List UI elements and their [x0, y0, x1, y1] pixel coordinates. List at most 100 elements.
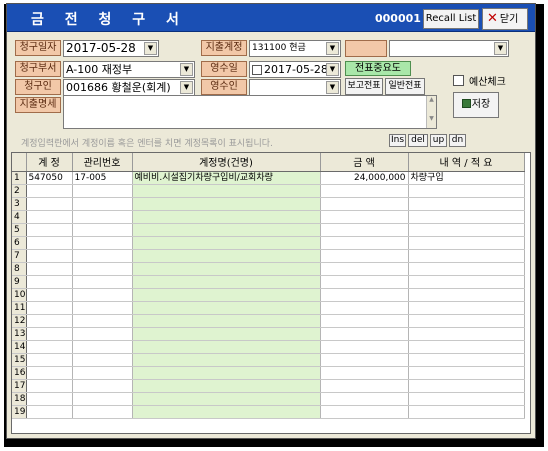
table-row[interactable]: 17	[12, 379, 525, 393]
amount-cell[interactable]	[320, 249, 409, 263]
memo-cell[interactable]: 차량구입	[408, 171, 525, 185]
chevron-down-icon[interactable]: ▼	[180, 63, 193, 76]
amount-cell[interactable]	[320, 236, 409, 250]
account-name-cell[interactable]	[132, 314, 321, 328]
mgmt-no-cell[interactable]	[72, 184, 133, 198]
account-cell[interactable]: 547050	[26, 171, 73, 185]
memo-cell[interactable]	[408, 262, 525, 276]
receiver-field[interactable]: ▼	[249, 79, 341, 96]
dept-field[interactable]: A-100 재정부 ▼	[63, 61, 195, 78]
account-cell[interactable]	[26, 405, 73, 419]
amount-cell[interactable]	[320, 353, 409, 367]
table-row[interactable]: 7	[12, 249, 525, 263]
table-row[interactable]: 5	[12, 223, 525, 237]
account-name-cell[interactable]	[132, 327, 321, 341]
amount-cell[interactable]	[320, 210, 409, 224]
amount-cell[interactable]	[320, 184, 409, 198]
mgmt-no-cell[interactable]	[72, 288, 133, 302]
column-header-account-name[interactable]: 계정명(건명)	[132, 153, 321, 172]
amount-cell[interactable]	[320, 327, 409, 341]
account-name-cell[interactable]	[132, 392, 321, 406]
mgmt-no-cell[interactable]	[72, 197, 133, 211]
memo-cell[interactable]	[408, 405, 525, 419]
account-cell[interactable]	[26, 262, 73, 276]
account-name-cell[interactable]	[132, 379, 321, 393]
move-down-button[interactable]: dn	[449, 134, 466, 147]
amount-cell[interactable]	[320, 301, 409, 315]
requester-field[interactable]: 001686 황철운(회계) ▼	[63, 79, 195, 96]
column-header-memo[interactable]: 내 역 / 적 요	[408, 153, 525, 172]
amount-cell[interactable]	[320, 197, 409, 211]
account-cell[interactable]	[26, 314, 73, 328]
amount-cell[interactable]	[320, 262, 409, 276]
account-cell[interactable]	[26, 301, 73, 315]
account-cell[interactable]	[26, 223, 73, 237]
account-name-cell[interactable]	[132, 340, 321, 354]
account-name-cell[interactable]	[132, 184, 321, 198]
delete-row-button[interactable]: del	[408, 134, 428, 147]
table-row[interactable]: 11	[12, 301, 525, 315]
request-date-field[interactable]: 2017-05-28 ▼	[63, 40, 159, 57]
account-cell[interactable]	[26, 184, 73, 198]
general-voucher-button[interactable]: 일반전표	[385, 78, 425, 95]
account-cell[interactable]	[26, 327, 73, 341]
column-header-amount[interactable]: 금 액	[320, 153, 409, 172]
memo-cell[interactable]	[408, 353, 525, 367]
memo-cell[interactable]	[408, 223, 525, 237]
mgmt-no-cell[interactable]	[72, 314, 133, 328]
account-cell[interactable]	[26, 392, 73, 406]
account-name-cell[interactable]	[132, 262, 321, 276]
chevron-down-icon[interactable]: ▼	[180, 81, 193, 94]
account-cell[interactable]	[26, 275, 73, 289]
memo-cell[interactable]	[408, 288, 525, 302]
amount-cell[interactable]	[320, 366, 409, 380]
memo-scrollbar[interactable]: ▲ ▼	[426, 96, 436, 128]
mgmt-no-cell[interactable]	[72, 249, 133, 263]
table-row[interactable]: 19	[12, 405, 525, 419]
table-row[interactable]: 3	[12, 197, 525, 211]
account-name-cell[interactable]	[132, 197, 321, 211]
amount-cell[interactable]: 24,000,000	[320, 171, 409, 185]
account-cell[interactable]	[26, 288, 73, 302]
mgmt-no-cell[interactable]	[72, 275, 133, 289]
memo-cell[interactable]	[408, 275, 525, 289]
move-up-button[interactable]: up	[430, 134, 447, 147]
mgmt-no-cell[interactable]	[72, 379, 133, 393]
account-name-cell[interactable]	[132, 301, 321, 315]
expense-account-field[interactable]: 131100 현금 ▼	[249, 40, 341, 57]
amount-cell[interactable]	[320, 314, 409, 328]
table-row[interactable]: 8	[12, 262, 525, 276]
account-name-cell[interactable]	[132, 366, 321, 380]
account-cell[interactable]	[26, 366, 73, 380]
memo-textarea[interactable]: ▲ ▼	[63, 95, 437, 129]
table-row[interactable]: 15	[12, 353, 525, 367]
account-name-cell[interactable]	[132, 210, 321, 224]
mgmt-no-cell[interactable]	[72, 327, 133, 341]
account-cell[interactable]	[26, 353, 73, 367]
account-cell[interactable]	[26, 379, 73, 393]
amount-cell[interactable]	[320, 275, 409, 289]
memo-cell[interactable]	[408, 301, 525, 315]
account-detail-select[interactable]: ▼	[389, 40, 509, 57]
mgmt-no-cell[interactable]	[72, 210, 133, 224]
mgmt-no-cell[interactable]	[72, 301, 133, 315]
report-voucher-button[interactable]: 보고전표	[345, 78, 383, 95]
account-cell[interactable]	[26, 340, 73, 354]
mgmt-no-cell[interactable]	[72, 262, 133, 276]
chevron-down-icon[interactable]: ▼	[326, 63, 339, 76]
memo-cell[interactable]	[408, 249, 525, 263]
chevron-down-icon[interactable]: ▼	[144, 42, 157, 55]
table-row[interactable]: 6	[12, 236, 525, 250]
save-button[interactable]: 저장	[453, 92, 499, 118]
account-cell[interactable]	[26, 210, 73, 224]
amount-cell[interactable]	[320, 223, 409, 237]
mgmt-no-cell[interactable]: 17-005	[72, 171, 133, 185]
insert-row-button[interactable]: Ins	[389, 134, 406, 147]
mgmt-no-cell[interactable]	[72, 340, 133, 354]
account-cell[interactable]	[26, 249, 73, 263]
amount-cell[interactable]	[320, 379, 409, 393]
table-row[interactable]: 12	[12, 314, 525, 328]
mgmt-no-cell[interactable]	[72, 236, 133, 250]
account-name-cell[interactable]	[132, 275, 321, 289]
memo-cell[interactable]	[408, 314, 525, 328]
